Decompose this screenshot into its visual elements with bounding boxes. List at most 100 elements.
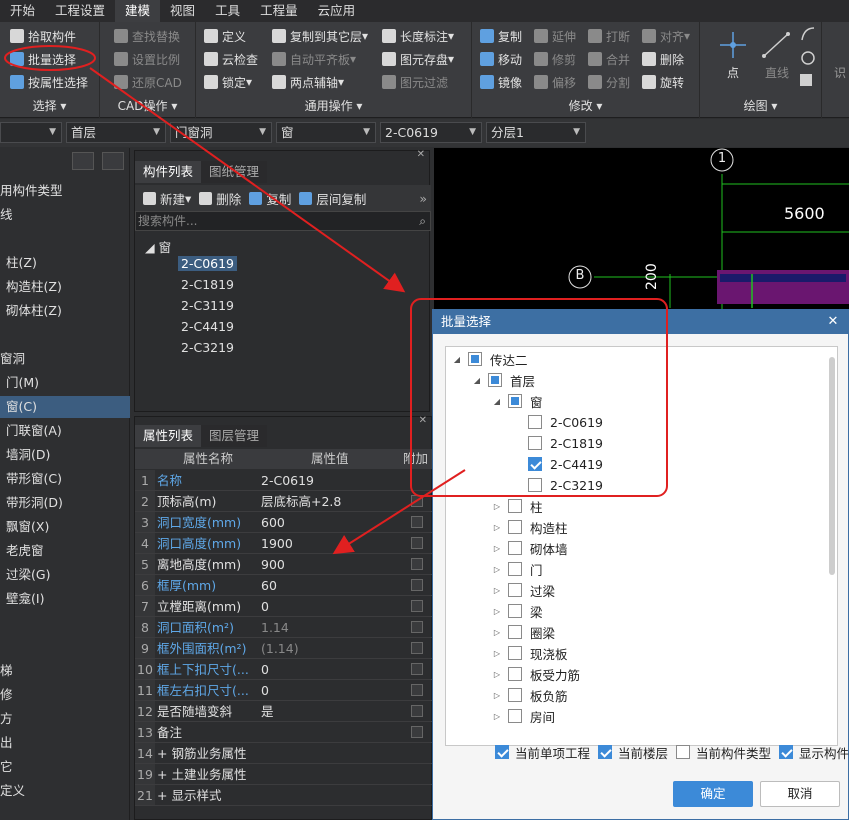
- tree-root-window[interactable]: ◢ 窗: [145, 237, 171, 256]
- property-value[interactable]: 1900: [261, 533, 401, 554]
- tree-checkbox[interactable]: [508, 520, 522, 534]
- extra-checkbox[interactable]: [411, 516, 423, 528]
- tree-node[interactable]: ◢ 传达二: [452, 349, 528, 369]
- extra-checkbox[interactable]: [411, 495, 423, 507]
- filter-option[interactable]: 当前单项工程: [495, 743, 590, 762]
- property-row[interactable]: 10 框上下扣尺寸(... 0: [135, 659, 433, 680]
- expand-icon[interactable]: ▷: [492, 544, 502, 553]
- expand-icon[interactable]: ▷: [492, 523, 502, 532]
- filter-option[interactable]: 当前构件类型: [676, 743, 771, 762]
- component-item[interactable]: 2-C1819: [181, 277, 234, 292]
- close-icon[interactable]: ✕: [824, 310, 842, 334]
- property-row[interactable]: 1 名称 2-C0619: [135, 470, 433, 491]
- tree-node[interactable]: ◢ 窗: [492, 391, 543, 411]
- nav-wall-opening[interactable]: 墙洞(D): [0, 444, 130, 466]
- nav-strip-opening[interactable]: 带形洞(D): [0, 492, 130, 514]
- menu-tab-modeling[interactable]: 建模: [115, 0, 161, 22]
- component-item[interactable]: 2-C0619: [178, 256, 238, 271]
- component-item[interactable]: 2-C4419: [181, 319, 234, 334]
- tree-checkbox[interactable]: [508, 499, 522, 513]
- tree-node[interactable]: ▷ 构造柱: [492, 517, 568, 537]
- batch-select-button[interactable]: 批量选择: [10, 49, 76, 69]
- tree-checkbox[interactable]: [508, 394, 522, 408]
- property-value[interactable]: 2-C0619: [261, 470, 401, 491]
- ok-button[interactable]: 确定: [673, 781, 753, 807]
- extra-checkbox[interactable]: [411, 642, 423, 654]
- extra-checkbox[interactable]: [411, 726, 423, 738]
- tree-node[interactable]: ▷ 过梁: [492, 580, 555, 600]
- tree-node[interactable]: ▷ 门: [492, 559, 543, 579]
- menu-tab-tools[interactable]: 工具: [205, 0, 250, 22]
- nav-window[interactable]: 窗(C): [0, 396, 130, 418]
- option-checkbox[interactable]: [495, 745, 509, 759]
- trim-button[interactable]: 修剪: [534, 49, 576, 69]
- copy-to-other-floor-button[interactable]: 复制到其它层 ▾: [272, 26, 368, 46]
- tree-checkbox[interactable]: [508, 625, 522, 639]
- define-button[interactable]: 定义: [204, 26, 246, 46]
- collapse-icon[interactable]: ◢: [492, 397, 502, 406]
- tree-checkbox[interactable]: [508, 562, 522, 576]
- length-dimension-button[interactable]: 长度标注 ▾: [382, 26, 454, 46]
- nav-dormer-window[interactable]: 老虎窗: [0, 540, 130, 562]
- tree-checkbox[interactable]: [528, 415, 542, 429]
- property-value[interactable]: 0: [261, 659, 401, 680]
- tile-view-button[interactable]: [102, 152, 124, 170]
- tree-node[interactable]: ▷ 板负筋: [492, 685, 568, 705]
- pick-component-button[interactable]: 拾取构件: [10, 26, 76, 46]
- property-row[interactable]: 12 是否随墙变斜 是: [135, 701, 433, 722]
- property-row[interactable]: 21 + 显示样式: [135, 785, 433, 806]
- nav-common-types[interactable]: 用构件类型: [0, 180, 130, 202]
- menu-tab-view[interactable]: 视图: [160, 0, 205, 22]
- nav-bay-window[interactable]: 飘窗(X): [0, 516, 130, 538]
- circle-icon[interactable]: [800, 50, 816, 66]
- property-row[interactable]: 13 备注: [135, 722, 433, 743]
- tree-node[interactable]: 2-C0619: [512, 412, 603, 432]
- tree-scrollbar[interactable]: [829, 357, 835, 575]
- extra-checkbox[interactable]: [411, 579, 423, 591]
- property-value[interactable]: 0: [261, 680, 401, 701]
- tree-node[interactable]: ▷ 梁: [492, 601, 543, 621]
- property-row[interactable]: 4 洞口高度(mm) 1900: [135, 533, 433, 554]
- property-row[interactable]: 14 + 钢筋业务属性: [135, 743, 433, 764]
- property-row[interactable]: 8 洞口面积(m²) 1.14: [135, 617, 433, 638]
- nav-door[interactable]: 门(M): [0, 372, 130, 394]
- search-icon[interactable]: ⌕: [419, 212, 426, 230]
- extra-checkbox[interactable]: [411, 558, 423, 570]
- property-row[interactable]: 11 框左右扣尺寸(... 0: [135, 680, 433, 701]
- nav-stairs[interactable]: 梯: [0, 660, 130, 682]
- property-value[interactable]: 600: [261, 512, 401, 533]
- merge-button[interactable]: 合并: [588, 49, 630, 69]
- tree-node[interactable]: ▷ 板受力筋: [492, 664, 580, 684]
- delete-button[interactable]: 删除: [642, 49, 684, 69]
- expand-icon[interactable]: ▷: [492, 565, 502, 574]
- menu-tab-project-settings[interactable]: 工程设置: [45, 0, 115, 22]
- property-value[interactable]: 60: [261, 575, 401, 596]
- extra-checkbox[interactable]: [411, 663, 423, 675]
- nav-decoration[interactable]: 修: [0, 684, 130, 706]
- property-row[interactable]: 9 框外围面积(m²) (1.14): [135, 638, 433, 659]
- collapse-icon[interactable]: ◢: [472, 376, 482, 385]
- mirror-button[interactable]: 镜像: [480, 72, 522, 92]
- nav-column[interactable]: 柱(Z): [0, 252, 130, 274]
- extra-checkbox[interactable]: [411, 537, 423, 549]
- tree-checkbox[interactable]: [528, 436, 542, 450]
- close-icon[interactable]: ✕: [419, 415, 427, 426]
- delete-component-button[interactable]: 删除: [199, 189, 241, 208]
- nav-axis-line[interactable]: 线: [0, 204, 130, 226]
- copy-button[interactable]: 复制: [480, 26, 522, 46]
- type-select[interactable]: 窗 ▼: [276, 122, 376, 143]
- nav-niche[interactable]: 壁龛(I): [0, 588, 130, 610]
- option-checkbox[interactable]: [779, 745, 794, 759]
- draw-point-button[interactable]: 点: [718, 64, 748, 81]
- tree-checkbox[interactable]: [508, 667, 522, 681]
- tree-node[interactable]: 2-C4419: [512, 454, 603, 474]
- expand-icon[interactable]: ▷: [492, 670, 502, 679]
- property-row[interactable]: 5 离地高度(mm) 900: [135, 554, 433, 575]
- tree-node[interactable]: ▷ 房间: [492, 706, 555, 726]
- layer-select[interactable]: 分层1 ▼: [486, 122, 586, 143]
- property-row[interactable]: 7 立樘距离(mm) 0: [135, 596, 433, 617]
- lock-button[interactable]: 锁定 ▾: [204, 72, 252, 92]
- tree-checkbox[interactable]: [508, 688, 522, 702]
- nav-other[interactable]: 它: [0, 756, 130, 778]
- menu-tab-cloud[interactable]: 云应用: [308, 0, 366, 22]
